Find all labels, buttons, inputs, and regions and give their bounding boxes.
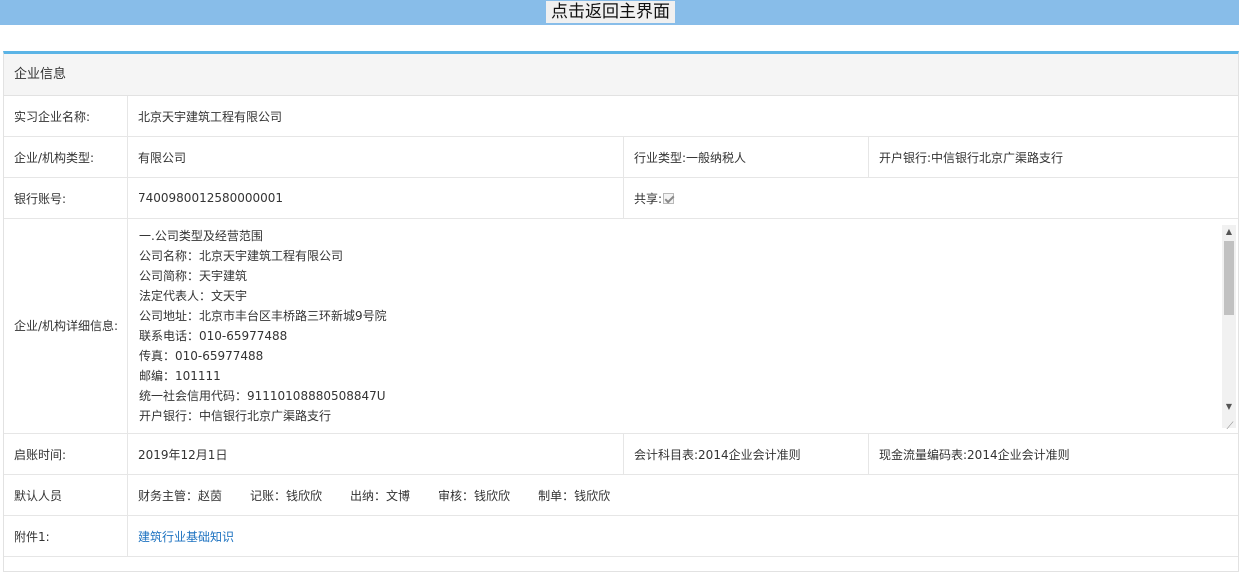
detail-line: 传真：010-65977488: [139, 349, 264, 363]
org-type-label: 企业/机构类型:: [4, 137, 128, 177]
opening-bank: 开户银行:中信银行北京广渠路支行: [879, 150, 1064, 165]
staff-item: 审核：钱欣欣: [438, 488, 511, 503]
company-name-value: 北京天宇建筑工程有限公司: [138, 109, 283, 124]
detail-textarea[interactable]: 一.公司类型及经营范围 公司名称：北京天宇建筑工程有限公司 公司简称：天宇建筑 …: [128, 219, 1238, 433]
cashflow-table: 现金流量编码表:2014企业会计准则: [879, 447, 1070, 462]
start-date-value: 2019年12月1日: [138, 447, 228, 462]
staff-item: 出纳：文博: [350, 488, 411, 503]
detail-line: 联系电话：010-65977488: [139, 329, 288, 343]
row-org-type: 企业/机构类型: 有限公司 行业类型:一般纳税人 开户银行:中信银行北京广渠路支…: [4, 137, 1238, 178]
bank-account-value: 7400980012580000001: [138, 191, 284, 205]
row-company-name: 实习企业名称: 北京天宇建筑工程有限公司: [4, 96, 1238, 137]
start-date-label: 启账时间:: [4, 434, 128, 474]
share-cell: 共享:: [623, 178, 1238, 218]
row-default-staff: 默认人员 财务主管：赵茵 记账：钱欣欣 出纳：文博 审核：钱欣欣 制单：钱欣欣: [4, 475, 1238, 516]
detail-line: 统一社会信用代码：91110108880508847U: [139, 389, 386, 403]
resize-grip-icon[interactable]: ⟋: [1223, 421, 1237, 433]
attachment-link[interactable]: 建筑行业基础知识: [138, 528, 234, 545]
industry-type: 行业类型:一般纳税人: [623, 137, 869, 177]
row-attachment: 附件1: 建筑行业基础知识: [4, 516, 1238, 557]
org-type-value: 有限公司: [138, 150, 187, 165]
staff-item: 财务主管：赵茵: [138, 488, 223, 503]
panel-title: 企业信息: [4, 54, 1238, 96]
share-checkbox[interactable]: [663, 192, 675, 204]
subject-table: 会计科目表:2014企业会计准则: [623, 434, 869, 474]
default-staff-label: 默认人员: [4, 475, 128, 515]
row-bank-account: 银行账号: 7400980012580000001 共享:: [4, 178, 1238, 219]
attachment-cell: 建筑行业基础知识: [128, 516, 1238, 556]
detail-line: 公司名称：北京天宇建筑工程有限公司: [139, 249, 344, 263]
attachment-label: 附件1:: [4, 516, 128, 556]
default-staff-list: 财务主管：赵茵 记账：钱欣欣 出纳：文博 审核：钱欣欣 制单：钱欣欣: [128, 475, 1238, 515]
company-info-panel: 企业信息 实习企业名称: 北京天宇建筑工程有限公司 企业/机构类型: 有限公司 …: [3, 51, 1239, 572]
share-label: 共享:: [634, 191, 663, 206]
back-to-main-button[interactable]: 点击返回主界面: [546, 1, 675, 23]
top-bar: 点击返回主界面: [0, 0, 1239, 25]
scroll-up-icon[interactable]: ▲: [1222, 225, 1236, 239]
scroll-down-icon[interactable]: ▼: [1222, 400, 1236, 414]
detail-line: 公司简称：天宇建筑: [139, 269, 248, 283]
staff-item: 记账：钱欣欣: [250, 488, 323, 503]
company-name-label: 实习企业名称:: [4, 96, 128, 136]
detail-line: 法定代表人：文天宇: [139, 289, 248, 303]
detail-text: 一.公司类型及经营范围 公司名称：北京天宇建筑工程有限公司 公司简称：天宇建筑 …: [139, 226, 1214, 431]
detail-line: 开户银行：中信银行北京广渠路支行: [139, 409, 332, 423]
bank-account-label: 银行账号:: [4, 178, 128, 218]
detail-line: 邮编：101111: [139, 369, 221, 383]
detail-scrollbar[interactable]: ▲ ▼: [1222, 225, 1236, 428]
staff-item: 制单：钱欣欣: [538, 488, 611, 503]
detail-line: 一.公司类型及经营范围: [139, 229, 263, 243]
row-start-date: 启账时间: 2019年12月1日 会计科目表:2014企业会计准则 现金流量编码…: [4, 434, 1238, 475]
row-detail: 企业/机构详细信息: 一.公司类型及经营范围 公司名称：北京天宇建筑工程有限公司…: [4, 219, 1238, 434]
detail-label: 企业/机构详细信息:: [4, 219, 128, 433]
scroll-thumb[interactable]: [1224, 241, 1234, 315]
detail-line: 公司地址：北京市丰台区丰桥路三环新城9号院: [139, 309, 387, 323]
